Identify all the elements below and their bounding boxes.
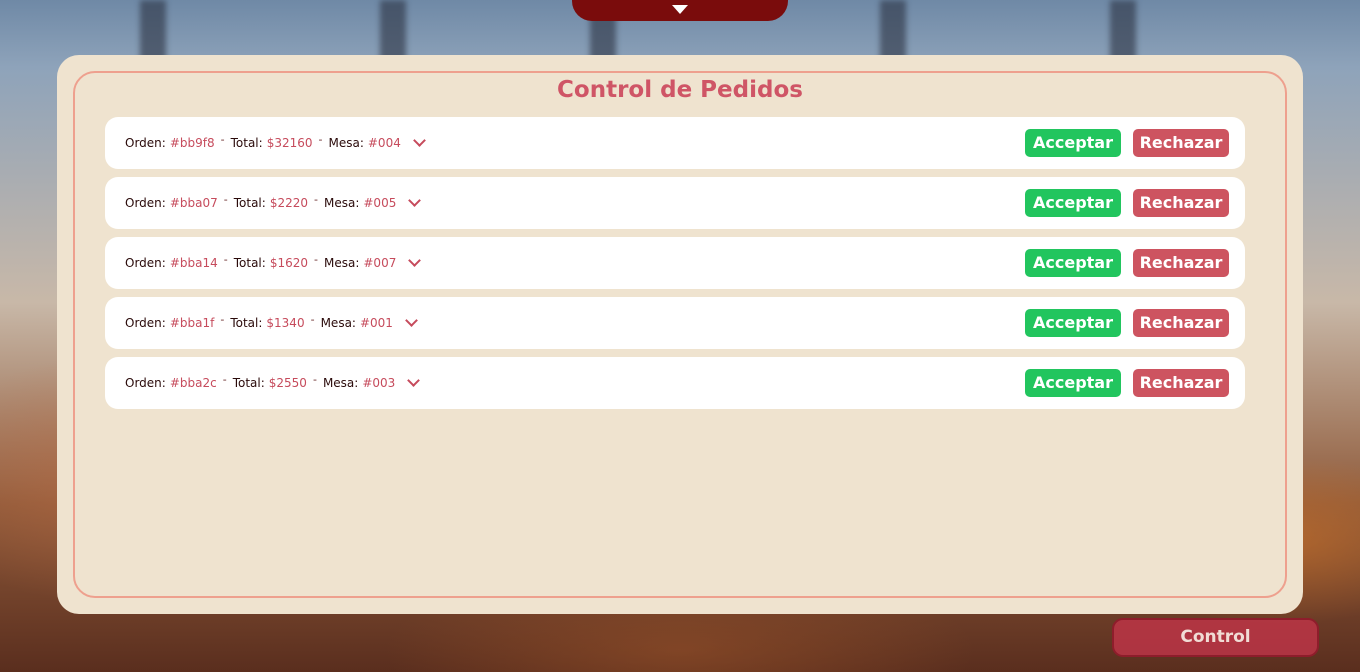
total-label: Total: bbox=[230, 136, 263, 150]
separator: - bbox=[312, 372, 317, 386]
order-table: #004 bbox=[367, 136, 401, 150]
order-table: #003 bbox=[362, 376, 396, 390]
table-label: Mesa: bbox=[322, 376, 359, 390]
order-label: Orden: bbox=[125, 256, 166, 270]
separator: - bbox=[220, 312, 225, 326]
control-button[interactable]: Control bbox=[1112, 618, 1319, 657]
chevron-down-icon[interactable] bbox=[408, 254, 422, 267]
order-row: Orden: #bba14 - Total: $1620 - Mesa: #00… bbox=[105, 237, 1245, 289]
order-id: #bba2c bbox=[169, 376, 217, 390]
order-label: Orden: bbox=[125, 136, 166, 150]
orders-panel-frame: Control de Pedidos Orden: #bb9f8 - Total… bbox=[73, 71, 1287, 598]
orders-list: Orden: #bb9f8 - Total: $32160 - Mesa: #0… bbox=[105, 117, 1245, 417]
separator: - bbox=[223, 192, 228, 206]
order-total: $2550 bbox=[268, 376, 307, 390]
reject-button[interactable]: Rechazar bbox=[1133, 309, 1229, 337]
order-total: $1620 bbox=[269, 256, 308, 270]
order-info: Orden: #bba1f - Total: $1340 - Mesa: #00… bbox=[125, 297, 418, 349]
accept-button[interactable]: Acceptar bbox=[1025, 369, 1121, 397]
table-label: Mesa: bbox=[320, 316, 356, 330]
order-info: Orden: #bb9f8 - Total: $32160 - Mesa: #0… bbox=[125, 117, 426, 169]
total-label: Total: bbox=[233, 256, 266, 270]
table-label: Mesa: bbox=[323, 196, 360, 210]
order-total: $1340 bbox=[266, 316, 305, 330]
order-total: $32160 bbox=[266, 136, 313, 150]
order-row: Orden: #bba1f - Total: $1340 - Mesa: #00… bbox=[105, 297, 1245, 349]
table-label: Mesa: bbox=[323, 256, 360, 270]
order-id: #bba1f bbox=[169, 316, 215, 330]
accept-button[interactable]: Acceptar bbox=[1025, 129, 1121, 157]
total-label: Total: bbox=[232, 376, 265, 390]
order-label: Orden: bbox=[125, 316, 166, 330]
orders-panel: Control de Pedidos Orden: #bb9f8 - Total… bbox=[57, 55, 1303, 614]
order-info: Orden: #bba2c - Total: $2550 - Mesa: #00… bbox=[125, 357, 421, 409]
chevron-down-icon[interactable] bbox=[407, 374, 421, 387]
order-row: Orden: #bb9f8 - Total: $32160 - Mesa: #0… bbox=[105, 117, 1245, 169]
reject-button[interactable]: Rechazar bbox=[1133, 369, 1229, 397]
reject-button[interactable]: Rechazar bbox=[1133, 129, 1229, 157]
panel-toggle-tab[interactable] bbox=[572, 0, 788, 21]
order-row: Orden: #bba2c - Total: $2550 - Mesa: #00… bbox=[105, 357, 1245, 409]
order-info: Orden: #bba14 - Total: $1620 - Mesa: #00… bbox=[125, 237, 422, 289]
reject-button[interactable]: Rechazar bbox=[1133, 249, 1229, 277]
separator: - bbox=[314, 252, 318, 266]
order-table: #001 bbox=[359, 316, 393, 330]
order-label: Orden: bbox=[125, 376, 166, 390]
page-title: Control de Pedidos bbox=[557, 77, 803, 103]
accept-button[interactable]: Acceptar bbox=[1025, 309, 1121, 337]
order-row: Orden: #bba07 - Total: $2220 - Mesa: #00… bbox=[105, 177, 1245, 229]
separator: - bbox=[310, 312, 315, 326]
order-table: #005 bbox=[363, 196, 397, 210]
accept-button[interactable]: Acceptar bbox=[1025, 249, 1121, 277]
order-table: #007 bbox=[363, 256, 397, 270]
order-info: Orden: #bba07 - Total: $2220 - Mesa: #00… bbox=[125, 177, 422, 229]
separator: - bbox=[222, 372, 227, 386]
table-label: Mesa: bbox=[328, 136, 364, 150]
separator: - bbox=[314, 192, 318, 206]
reject-button[interactable]: Rechazar bbox=[1133, 189, 1229, 217]
order-label: Orden: bbox=[125, 196, 166, 210]
chevron-down-icon[interactable] bbox=[405, 314, 418, 327]
separator: - bbox=[223, 252, 228, 266]
total-label: Total: bbox=[233, 196, 266, 210]
caret-down-icon bbox=[672, 5, 688, 14]
order-id: #bba07 bbox=[169, 196, 218, 210]
accept-button[interactable]: Acceptar bbox=[1025, 189, 1121, 217]
order-total: $2220 bbox=[269, 196, 308, 210]
order-id: #bb9f8 bbox=[169, 136, 215, 150]
chevron-down-icon[interactable] bbox=[408, 194, 422, 207]
separator: - bbox=[220, 132, 225, 146]
total-label: Total: bbox=[230, 316, 263, 330]
order-id: #bba14 bbox=[169, 256, 218, 270]
chevron-down-icon[interactable] bbox=[412, 134, 426, 147]
separator: - bbox=[318, 132, 323, 146]
